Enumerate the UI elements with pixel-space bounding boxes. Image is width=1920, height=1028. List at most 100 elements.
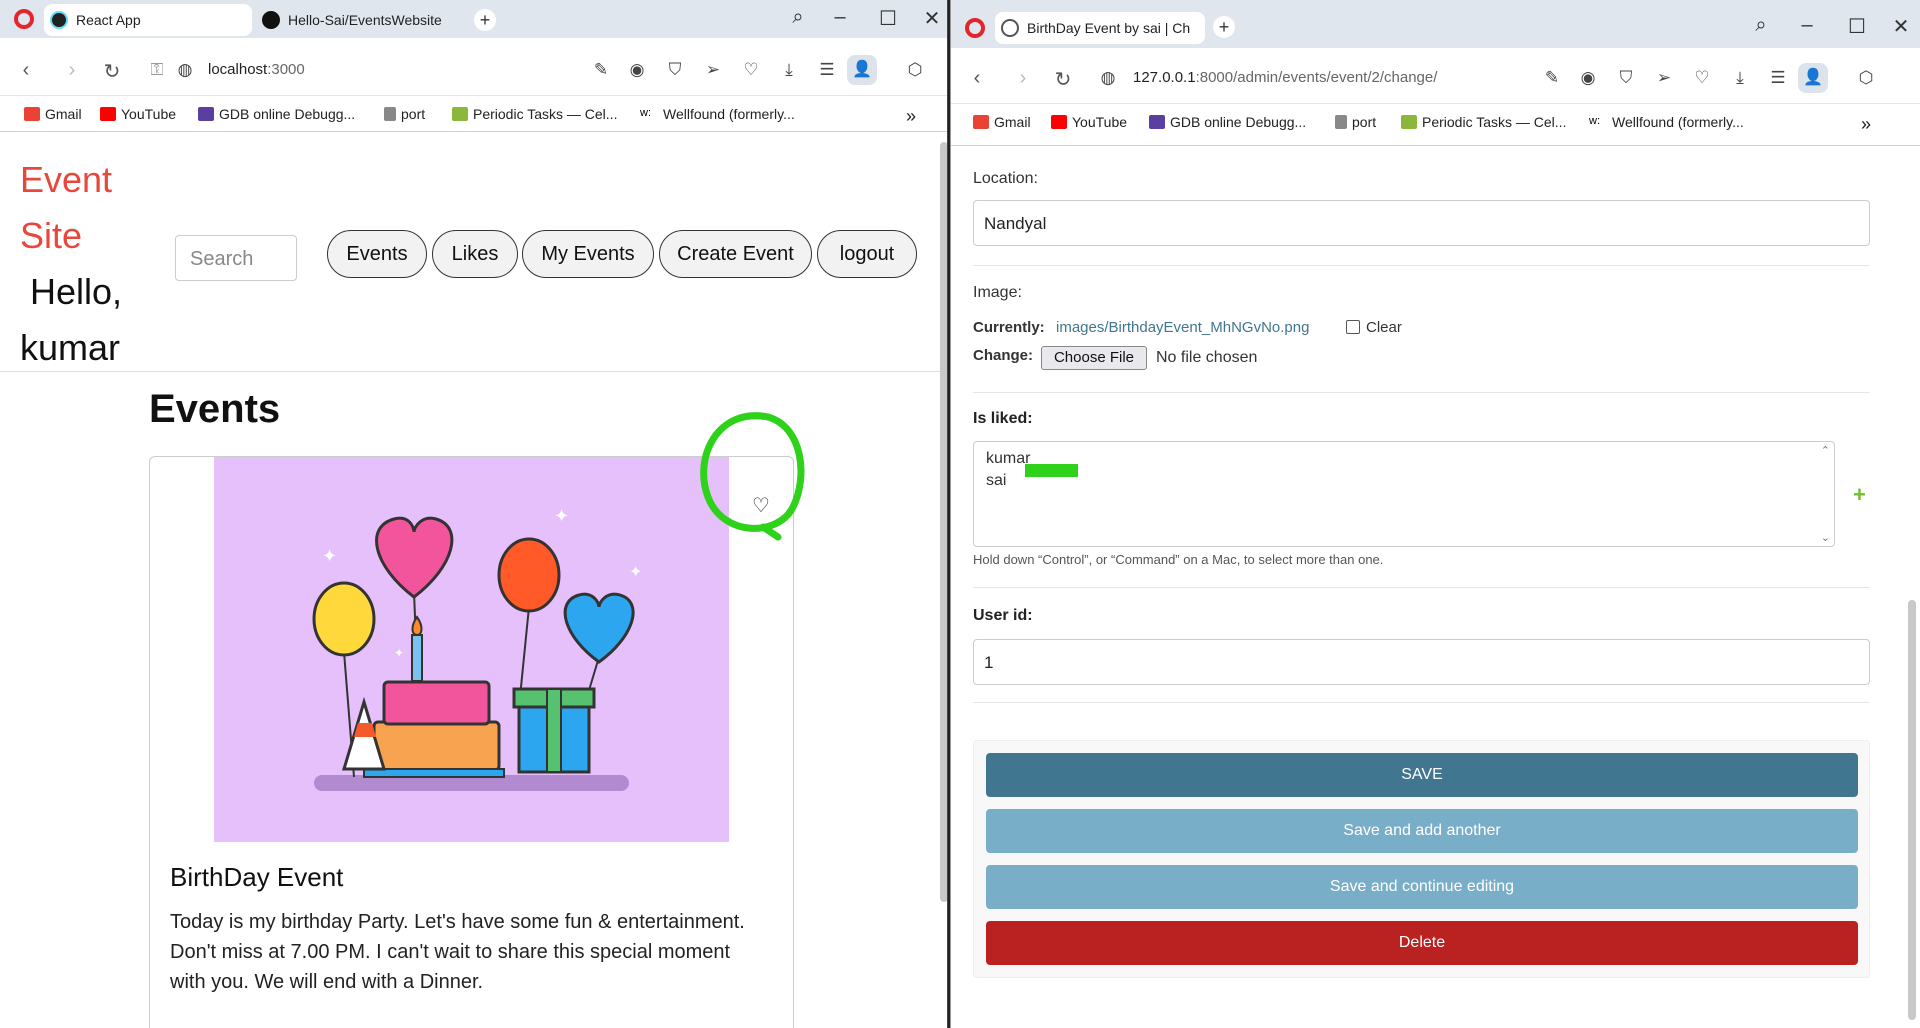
choose-file-button[interactable]: Choose File <box>1041 346 1147 370</box>
bookmark-port[interactable]: port <box>1335 114 1376 130</box>
minimize-icon[interactable]: – <box>822 6 858 29</box>
key-icon[interactable]: ⚿ <box>146 60 168 80</box>
opera-logo-icon[interactable] <box>14 9 34 29</box>
user-id-label: User id: <box>973 607 1033 624</box>
bookmark-periodic-tasks[interactable]: Periodic Tasks — Cel... <box>452 106 617 122</box>
search-tabs-icon[interactable]: ⌕ <box>1743 14 1779 37</box>
new-tab-plus-icon[interactable]: + <box>1213 16 1235 38</box>
more-bookmarks-icon[interactable]: » <box>1861 114 1871 135</box>
heart-icon[interactable]: ♡ <box>1691 68 1713 88</box>
edit-icon[interactable]: ✎ <box>590 60 612 80</box>
tab-github[interactable]: Hello-Sai/EventsWebsite <box>256 4 474 36</box>
user-id-input[interactable]: 1 <box>973 639 1870 685</box>
bookmark-gmail[interactable]: Gmail <box>973 114 1031 130</box>
svg-text:✦: ✦ <box>554 506 569 526</box>
globe-icon[interactable]: ◍ <box>174 60 196 80</box>
search-input[interactable]: Search <box>175 235 297 281</box>
nav-create-event-button[interactable]: Create Event <box>659 230 812 278</box>
camera-icon[interactable]: ◉ <box>626 60 648 80</box>
shield-icon[interactable]: ⛉ <box>664 60 686 80</box>
url-field[interactable]: localhost:3000 <box>208 61 305 78</box>
save-button[interactable]: SAVE <box>986 753 1858 797</box>
annotation-circle <box>700 412 805 541</box>
bookmark-youtube[interactable]: YouTube <box>100 106 176 122</box>
site-brand[interactable]: Event Site <box>20 152 130 264</box>
option-sai[interactable]: sai <box>986 472 1006 490</box>
tab-bar: React App Hello-Sai/EventsWebsite + ⌕ – … <box>0 0 947 38</box>
cube-icon[interactable]: ⬡ <box>1855 68 1877 88</box>
camera-icon[interactable]: ◉ <box>1577 68 1599 88</box>
nav-likes-button[interactable]: Likes <box>432 230 518 278</box>
birthday-illustration: ✦ ✦ ✦ ✦ <box>312 506 642 791</box>
bookmark-port[interactable]: port <box>384 106 425 122</box>
bookmark-gdb[interactable]: GDB online Debugg... <box>1149 114 1306 130</box>
scroll-down-icon[interactable]: ⌄ <box>1821 531 1830 544</box>
maximize-icon[interactable]: ☐ <box>1839 14 1875 39</box>
save-and-add-another-button[interactable]: Save and add another <box>986 809 1858 853</box>
close-icon[interactable]: ✕ <box>914 6 947 31</box>
gmail-icon <box>973 115 989 129</box>
url-field[interactable]: 127.0.0.1:8000/admin/events/event/2/chan… <box>1133 69 1437 86</box>
settings-sliders-icon[interactable]: ☰ <box>1767 68 1789 88</box>
clear-label: Clear <box>1366 319 1402 336</box>
divider <box>0 371 940 372</box>
wellfound-icon: w: <box>640 107 658 121</box>
profile-icon[interactable]: 👤 <box>847 55 877 85</box>
option-kumar[interactable]: kumar <box>986 450 1030 468</box>
bookmark-wellfound[interactable]: w: Wellfound (formerly... <box>1589 114 1744 130</box>
tab-title: BirthDay Event by sai | Ch <box>1027 20 1191 36</box>
new-tab-plus-icon[interactable]: + <box>474 9 496 31</box>
left-browser-window: React App Hello-Sai/EventsWebsite + ⌕ – … <box>0 0 948 1028</box>
django-admin-form: Location: Nandyal Image: Currently: imag… <box>951 152 1920 1028</box>
tab-react-app[interactable]: React App <box>44 4 252 36</box>
more-bookmarks-icon[interactable]: » <box>906 106 916 127</box>
save-and-continue-button[interactable]: Save and continue editing <box>986 865 1858 909</box>
celery-icon <box>1401 115 1417 129</box>
bookmark-wellfound[interactable]: w: Wellfound (formerly... <box>640 106 795 122</box>
bookmark-periodic-tasks[interactable]: Periodic Tasks — Cel... <box>1401 114 1566 130</box>
nav-logout-button[interactable]: logout <box>817 230 917 278</box>
delete-button[interactable]: Delete <box>986 921 1858 965</box>
opera-logo-icon[interactable] <box>965 18 985 38</box>
scroll-up-icon[interactable]: ⌃ <box>1821 444 1830 457</box>
add-related-plus-icon[interactable]: + <box>1853 482 1866 508</box>
forward-icon[interactable]: › <box>1011 67 1035 90</box>
back-icon[interactable]: ‹ <box>965 67 989 90</box>
heart-icon[interactable]: ♡ <box>740 60 762 80</box>
shield-icon[interactable]: ⛉ <box>1615 68 1637 88</box>
current-image-link[interactable]: images/BirthdayEvent_MhNGvNo.png <box>1056 319 1309 336</box>
download-icon[interactable]: ⤓ <box>778 60 800 80</box>
scrollbar[interactable] <box>940 142 947 902</box>
clear-checkbox[interactable] <box>1346 320 1360 334</box>
scrollbar[interactable] <box>1908 600 1916 1020</box>
nav-my-events-button[interactable]: My Events <box>522 230 654 278</box>
settings-sliders-icon[interactable]: ☰ <box>816 60 838 80</box>
close-icon[interactable]: ✕ <box>1883 14 1919 39</box>
edit-icon[interactable]: ✎ <box>1541 68 1563 88</box>
bookmark-youtube[interactable]: YouTube <box>1051 114 1127 130</box>
search-tabs-icon[interactable]: ⌕ <box>780 6 816 29</box>
location-input[interactable]: Nandyal <box>973 200 1870 246</box>
maximize-icon[interactable]: ☐ <box>870 6 906 31</box>
bookmark-gmail[interactable]: Gmail <box>24 106 82 122</box>
bookmark-gdb[interactable]: GDB online Debugg... <box>198 106 355 122</box>
back-icon[interactable]: ‹ <box>14 59 38 82</box>
currently-label: Currently: <box>973 319 1045 336</box>
minimize-icon[interactable]: – <box>1789 14 1825 37</box>
profile-icon[interactable]: 👤 <box>1798 63 1828 93</box>
reload-icon[interactable]: ↻ <box>100 59 124 84</box>
nav-events-button[interactable]: Events <box>327 230 427 278</box>
address-bar: ‹ › ↻ ◍ 127.0.0.1:8000/admin/events/even… <box>951 54 1920 104</box>
forward-icon[interactable]: › <box>60 59 84 82</box>
tab-admin-event[interactable]: BirthDay Event by sai | Ch <box>995 12 1205 44</box>
download-icon[interactable]: ⤓ <box>1729 68 1751 88</box>
cube-icon[interactable]: ⬡ <box>904 60 926 80</box>
bookmarks-bar: Gmail YouTube GDB online Debugg... port … <box>0 98 947 132</box>
celery-icon <box>452 107 468 121</box>
file-icon <box>1335 115 1347 129</box>
globe-icon[interactable]: ◍ <box>1097 68 1119 88</box>
is-liked-select[interactable]: kumar sai ⌃ ⌄ <box>973 441 1835 547</box>
send-icon[interactable]: ➢ <box>702 60 724 80</box>
reload-icon[interactable]: ↻ <box>1051 67 1075 92</box>
send-icon[interactable]: ➢ <box>1653 68 1675 88</box>
